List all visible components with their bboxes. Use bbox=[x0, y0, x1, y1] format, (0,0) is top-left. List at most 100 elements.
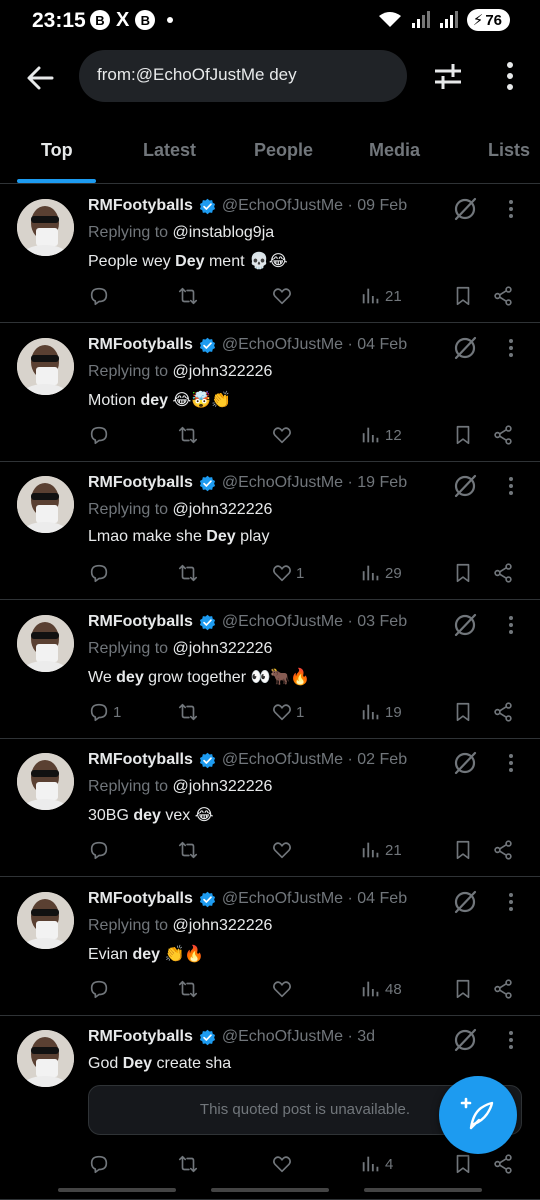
views-button[interactable]: 29 bbox=[360, 561, 402, 585]
repost-button[interactable] bbox=[177, 977, 199, 1001]
reply-button[interactable] bbox=[88, 977, 113, 1001]
status-time: 23:15 bbox=[32, 9, 86, 32]
like-button[interactable]: 1 bbox=[271, 700, 304, 724]
grok-icon[interactable] bbox=[452, 889, 478, 915]
tweet[interactable]: RMFootyballs @EchoOfJustMe · 04 Feb Repl… bbox=[0, 323, 540, 462]
grok-icon[interactable] bbox=[452, 1027, 478, 1053]
search-input[interactable]: from:@EchoOfJustMe dey bbox=[79, 50, 407, 102]
tweet-more-icon[interactable] bbox=[503, 614, 519, 636]
avatar[interactable] bbox=[17, 1030, 74, 1087]
tab-top[interactable]: Top bbox=[41, 140, 73, 161]
like-button[interactable] bbox=[271, 284, 296, 308]
reply-mention-link[interactable]: @john322226 bbox=[173, 778, 273, 795]
reply-button[interactable] bbox=[88, 561, 113, 585]
bookmark-button[interactable] bbox=[452, 284, 474, 308]
author-name[interactable]: RMFootyballs bbox=[88, 197, 193, 215]
tweet-more-icon[interactable] bbox=[503, 891, 519, 913]
repost-button[interactable] bbox=[177, 1152, 199, 1176]
tweet-more-icon[interactable] bbox=[503, 198, 519, 220]
tweet-more-icon[interactable] bbox=[503, 475, 519, 497]
reply-mention-link[interactable]: @john322226 bbox=[173, 363, 273, 380]
bookmark-button[interactable] bbox=[452, 700, 474, 724]
author-name[interactable]: RMFootyballs bbox=[88, 1028, 193, 1046]
tab-latest[interactable]: Latest bbox=[143, 140, 196, 161]
author-name[interactable]: RMFootyballs bbox=[88, 613, 193, 631]
share-button[interactable] bbox=[492, 977, 514, 1001]
tweet[interactable]: RMFootyballs @EchoOfJustMe · 03 Feb Repl… bbox=[0, 600, 540, 739]
nav-back-handle[interactable] bbox=[58, 1188, 176, 1192]
repost-button[interactable] bbox=[177, 561, 199, 585]
like-button[interactable] bbox=[271, 838, 296, 862]
share-button[interactable] bbox=[492, 700, 514, 724]
bookmark-icon bbox=[456, 563, 470, 583]
author-name[interactable]: RMFootyballs bbox=[88, 336, 193, 354]
compose-post-button[interactable] bbox=[439, 1076, 517, 1154]
grok-icon[interactable] bbox=[452, 335, 478, 361]
tab-people[interactable]: People bbox=[254, 140, 313, 161]
grok-icon[interactable] bbox=[452, 196, 478, 222]
repost-button[interactable] bbox=[177, 700, 199, 724]
like-button[interactable] bbox=[271, 1152, 296, 1176]
avatar[interactable] bbox=[17, 199, 74, 256]
repost-button[interactable] bbox=[177, 423, 199, 447]
tweet[interactable]: RMFootyballs @EchoOfJustMe · 02 Feb Repl… bbox=[0, 738, 540, 877]
avatar[interactable] bbox=[17, 338, 74, 395]
avatar[interactable] bbox=[17, 892, 74, 949]
tweet[interactable]: RMFootyballs @EchoOfJustMe · 09 Feb Repl… bbox=[0, 184, 540, 323]
reply-mention-link[interactable]: @john322226 bbox=[173, 640, 273, 657]
reply-mention-link[interactable]: @john322226 bbox=[173, 501, 273, 518]
reply-button[interactable] bbox=[88, 423, 113, 447]
tab-media[interactable]: Media bbox=[369, 140, 420, 161]
reply-button[interactable] bbox=[88, 838, 113, 862]
nav-recents-handle[interactable] bbox=[364, 1188, 482, 1192]
views-button[interactable]: 21 bbox=[360, 284, 402, 308]
reply-button[interactable] bbox=[88, 284, 113, 308]
views-button[interactable]: 4 bbox=[360, 1152, 393, 1176]
avatar[interactable] bbox=[17, 615, 74, 672]
views-button[interactable]: 21 bbox=[360, 838, 402, 862]
tweet-text: 30BG dey vex 😂 bbox=[88, 807, 214, 824]
like-button[interactable] bbox=[271, 977, 296, 1001]
reply-button[interactable]: 1 bbox=[88, 700, 121, 724]
reply-button[interactable] bbox=[88, 1152, 113, 1176]
bookmark-button[interactable] bbox=[452, 1152, 474, 1176]
share-button[interactable] bbox=[492, 423, 514, 447]
share-button[interactable] bbox=[492, 561, 514, 585]
grok-icon[interactable] bbox=[452, 612, 478, 638]
author-name[interactable]: RMFootyballs bbox=[88, 474, 193, 492]
grok-icon[interactable] bbox=[452, 473, 478, 499]
share-icon bbox=[494, 979, 512, 999]
back-arrow-icon[interactable] bbox=[22, 60, 58, 96]
like-button[interactable] bbox=[271, 423, 296, 447]
bookmark-button[interactable] bbox=[452, 838, 474, 862]
avatar[interactable] bbox=[17, 476, 74, 533]
views-button[interactable]: 48 bbox=[360, 977, 402, 1001]
share-button[interactable] bbox=[492, 1152, 514, 1176]
nav-home-handle[interactable] bbox=[211, 1188, 329, 1192]
views-button[interactable]: 19 bbox=[360, 700, 402, 724]
tweet-more-icon[interactable] bbox=[503, 752, 519, 774]
repost-button[interactable] bbox=[177, 284, 199, 308]
tweet[interactable]: RMFootyballs @EchoOfJustMe · 19 Feb Repl… bbox=[0, 461, 540, 600]
bookmark-button[interactable] bbox=[452, 423, 474, 447]
share-button[interactable] bbox=[492, 838, 514, 862]
bookmark-button[interactable] bbox=[452, 977, 474, 1001]
author-name[interactable]: RMFootyballs bbox=[88, 751, 193, 769]
grok-icon[interactable] bbox=[452, 750, 478, 776]
tweet[interactable]: RMFootyballs @EchoOfJustMe · 04 Feb Repl… bbox=[0, 877, 540, 1016]
tweet-more-icon[interactable] bbox=[503, 1029, 519, 1051]
more-options-icon[interactable] bbox=[496, 60, 524, 92]
author-name[interactable]: RMFootyballs bbox=[88, 890, 193, 908]
tab-lists[interactable]: Lists bbox=[488, 140, 530, 161]
views-button[interactable]: 12 bbox=[360, 423, 402, 447]
reply-mention-link[interactable]: @instablog9ja bbox=[173, 224, 275, 241]
avatar[interactable] bbox=[17, 753, 74, 810]
notification-icons: B X B bbox=[90, 10, 174, 30]
like-button[interactable]: 1 bbox=[271, 561, 304, 585]
bookmark-button[interactable] bbox=[452, 561, 474, 585]
repost-button[interactable] bbox=[177, 838, 199, 862]
reply-mention-link[interactable]: @john322226 bbox=[173, 917, 273, 934]
share-button[interactable] bbox=[492, 284, 514, 308]
tweet-more-icon[interactable] bbox=[503, 337, 519, 359]
filter-settings-icon[interactable] bbox=[432, 60, 464, 92]
